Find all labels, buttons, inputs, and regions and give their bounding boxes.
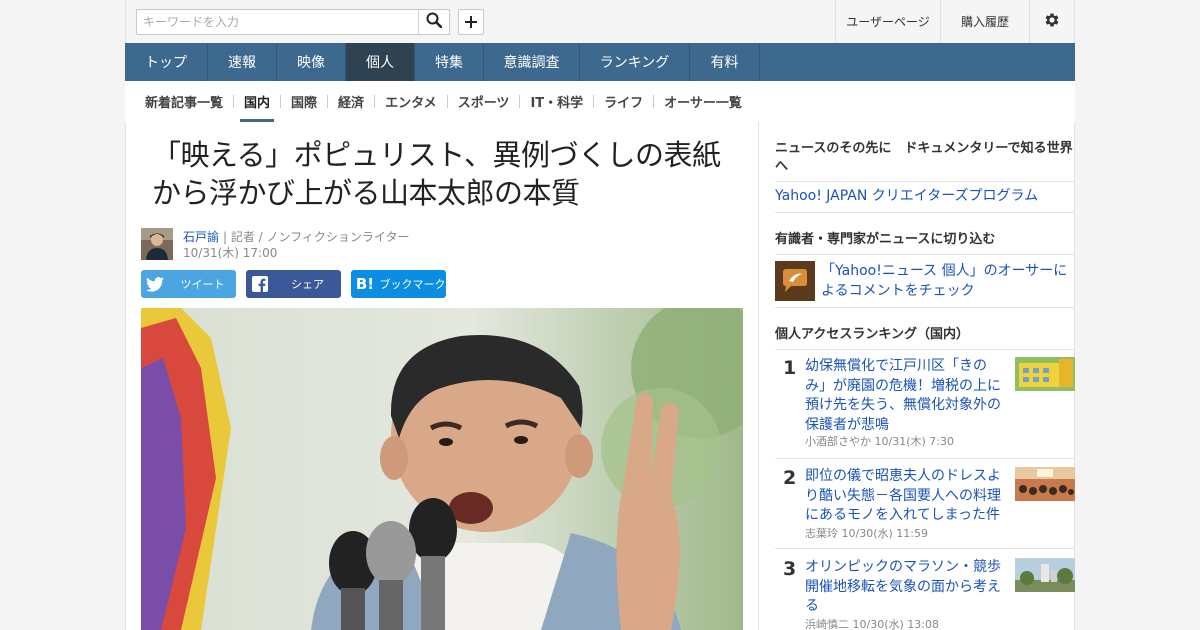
facebook-share-label: シェア — [291, 278, 324, 291]
ranking-thumbnail[interactable] — [1015, 558, 1075, 592]
ranking-title-link[interactable]: 幼保無償化で江戸川区「きのみ」が廃園の危機！増税の上に預け先を失う、無償化対象外… — [805, 357, 1005, 435]
ranking-heading: 個人アクセスランキング（国内） — [775, 327, 969, 342]
ranking-author: 志葉玲 — [805, 527, 838, 540]
article: 「映える」ポピュリスト、異例づくしの表紙から浮かび上がる山本太郎の本質 石戸諭 … — [125, 122, 759, 630]
ranking-time: 10/30(水) 13:08 — [852, 618, 939, 630]
hatena-icon: B! — [355, 275, 375, 293]
nav-item-top[interactable]: トップ — [125, 43, 208, 81]
rank-number: 1 — [783, 357, 797, 379]
ranking-author: 小酒部さやか — [805, 435, 871, 448]
subnav-item-life[interactable]: ライフ — [594, 81, 653, 122]
subnav-item-sports[interactable]: スポーツ — [448, 81, 520, 122]
nav-item-individual[interactable]: 個人 — [346, 43, 415, 81]
hatena-bookmark-button[interactable]: B! ブックマーク — [351, 270, 446, 298]
sub-nav: 新着記事一覧 国内 国際 経済 エンタメ スポーツ IT・科学 ライフ オーサー… — [125, 81, 1075, 122]
ranking-thumbnail[interactable] — [1015, 357, 1075, 391]
ranking-item: 2 即位の儀で昭恵夫人のドレスより酷い失態－各国要人への料理にあるモノを入れてし… — [775, 467, 1075, 552]
subnav-item-latest[interactable]: 新着記事一覧 — [135, 81, 233, 122]
add-button[interactable] — [458, 9, 484, 35]
search-input[interactable] — [137, 10, 419, 34]
search-button[interactable] — [418, 10, 449, 34]
sidebar-divider — [775, 307, 1075, 308]
facebook-share-button[interactable]: シェア — [246, 270, 341, 298]
article-timestamp: 10/31(木) 17:00 — [183, 246, 278, 260]
ranking-author: 浜崎慎二 — [805, 618, 849, 630]
author-name[interactable]: 石戸諭 — [183, 228, 219, 245]
subnav-item-domestic[interactable]: 国内 — [234, 81, 280, 122]
author-role: | 記者 / ノンフィクションライター — [223, 230, 410, 244]
facebook-icon — [246, 270, 274, 298]
article-main-photo — [141, 308, 743, 630]
article-headline: 「映える」ポピュリスト、異例づくしの表紙から浮かび上がる山本太郎の本質 — [152, 138, 721, 210]
subnav-item-entertainment[interactable]: エンタメ — [375, 81, 447, 122]
ranking-item: 3 オリンピックのマラソン・競歩 開催地移転を気象の面から考える 浜崎慎二 10… — [775, 558, 1075, 630]
nav-item-video[interactable]: 映像 — [277, 43, 346, 81]
tweet-label: ツイート — [180, 278, 225, 291]
twitter-icon — [141, 270, 169, 298]
main-nav: トップ 速報 映像 個人 特集 意識調査 ランキング 有料 — [125, 43, 1075, 81]
ranking-time: 10/30(水) 11:59 — [841, 527, 928, 540]
settings-button[interactable] — [1029, 0, 1074, 43]
top-right-links: ユーザーページ 購入履歴 — [835, 0, 1074, 43]
search-box — [136, 9, 450, 35]
documentary-heading: ニュースのその先に ドキュメンタリーで知る世界へ — [775, 141, 1073, 174]
nav-item-paid[interactable]: 有料 — [690, 43, 760, 81]
expert-comment-link[interactable]: 「Yahoo!ニュース 個人」のオーサーによるコメントをチェック — [821, 261, 1071, 301]
sidebar-divider — [775, 458, 1075, 459]
nav-item-feature[interactable]: 特集 — [415, 43, 484, 81]
subnav-item-it-science[interactable]: IT・科学 — [520, 81, 593, 122]
expert-heading: 有識者・専門家がニュースに切り込む — [775, 232, 996, 247]
ranking-item: 1 幼保無償化で江戸川区「きのみ」が廃園の危機！増税の上に預け先を失う、無償化対… — [775, 357, 1075, 452]
sidebar-divider — [775, 181, 1075, 182]
subnav-item-authors[interactable]: オーサー一覧 — [654, 81, 752, 122]
sidebar-divider — [775, 254, 1075, 255]
purchase-history-link[interactable]: 購入履歴 — [940, 0, 1029, 43]
nav-item-ranking[interactable]: ランキング — [580, 43, 690, 81]
sidebar-divider — [775, 349, 1075, 350]
plus-icon — [465, 13, 477, 32]
subnav-item-economy[interactable]: 経済 — [328, 81, 374, 122]
sidebar: ニュースのその先に ドキュメンタリーで知る世界へ Yahoo! JAPAN クリ… — [759, 122, 1075, 630]
gear-icon — [1043, 11, 1061, 32]
top-bar: ユーザーページ 購入履歴 — [125, 0, 1075, 43]
ranking-thumbnail[interactable] — [1015, 467, 1075, 501]
ranking-title-link[interactable]: 即位の儀で昭恵夫人のドレスより酷い失態－各国要人への料理にあるモノを入れてしまっ… — [805, 467, 1005, 526]
hatena-bookmark-label: ブックマーク — [379, 278, 446, 291]
author-avatar[interactable] — [141, 228, 173, 260]
search-icon — [426, 12, 443, 32]
nav-item-breaking[interactable]: 速報 — [208, 43, 277, 81]
tweet-button[interactable]: ツイート — [141, 270, 236, 298]
nav-item-survey[interactable]: 意識調査 — [484, 43, 580, 81]
ranking-meta: 小酒部さやか 10/31(木) 7:30 — [805, 433, 954, 449]
ranking-meta: 浜崎慎二 10/30(水) 13:08 — [805, 616, 939, 630]
ranking-time: 10/31(木) 7:30 — [874, 435, 954, 448]
sidebar-divider — [775, 212, 1075, 213]
subnav-item-international[interactable]: 国際 — [281, 81, 327, 122]
creators-program-link[interactable]: Yahoo! JAPAN クリエイターズプログラム — [775, 186, 1038, 206]
sidebar-divider — [775, 548, 1075, 549]
ranking-meta: 志葉玲 10/30(水) 11:59 — [805, 525, 928, 541]
ranking-title-link[interactable]: オリンピックのマラソン・競歩 開催地移転を気象の面から考える — [805, 558, 1015, 617]
rank-number: 2 — [783, 467, 797, 489]
expert-comment-icon[interactable] — [775, 261, 815, 301]
rank-number: 3 — [783, 558, 797, 580]
user-page-link[interactable]: ユーザーページ — [835, 0, 940, 43]
